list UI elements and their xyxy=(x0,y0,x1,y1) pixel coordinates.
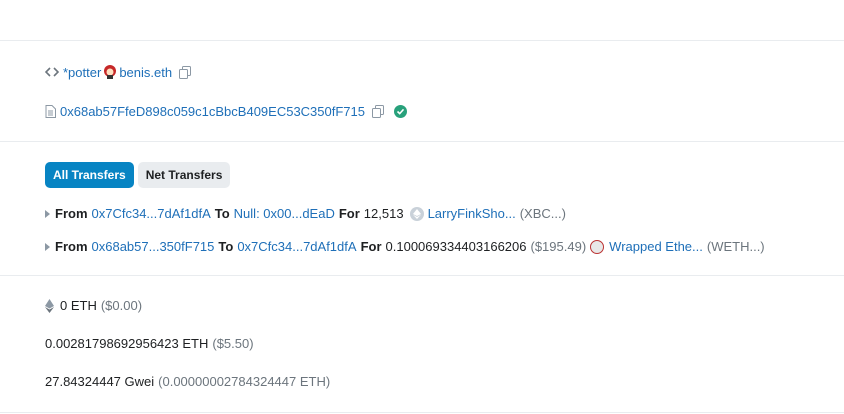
ens-row: *potter benis.eth xyxy=(45,64,192,80)
expand-caret-icon[interactable] xyxy=(45,209,50,218)
code-icon xyxy=(45,66,59,78)
gas-price-gwei: 27.84324447 Gwei xyxy=(45,374,155,389)
fee-row: 0.00281798692956423 ETH ($5.50) xyxy=(45,336,254,351)
tab-all-transfers[interactable]: All Transfers xyxy=(45,162,134,188)
token-name-link[interactable]: Wrapped Ethe... xyxy=(609,239,703,254)
divider-top xyxy=(0,40,844,41)
transfer-amount: 12,513 xyxy=(363,206,404,221)
contract-address-link[interactable]: 0x68ab57FfeD898c059c1cBbcB409EC53C350fF7… xyxy=(60,104,365,119)
token-name-link[interactable]: LarryFinkSho... xyxy=(428,206,516,221)
token-symbol: (WETH...) xyxy=(706,239,765,254)
from-label: From xyxy=(55,206,88,221)
value-row: 0 ETH ($0.00) xyxy=(45,298,142,313)
ens-suffix: benis.eth xyxy=(119,64,173,80)
copy-icon[interactable] xyxy=(179,65,192,79)
for-label: For xyxy=(338,206,360,221)
contract-row: 0x68ab57FfeD898c059c1cBbcB409EC53C350fF7… xyxy=(45,104,407,119)
transfer-row: From 0x7Cfc34...7dAf1dfA To Null: 0x00..… xyxy=(45,206,566,221)
to-address-link[interactable]: Null: 0x00...dEaD xyxy=(234,206,335,221)
ens-name-suffix-link[interactable]: benis.eth xyxy=(119,65,172,80)
fee-usd: ($5.50) xyxy=(212,336,254,351)
to-label: To xyxy=(218,239,234,254)
token-icon xyxy=(409,206,424,221)
weth-token-icon xyxy=(590,239,605,254)
to-label: To xyxy=(214,206,230,221)
to-address-link[interactable]: 0x7Cfc34...7dAf1dfA xyxy=(237,239,356,254)
value-eth: 0 ETH xyxy=(60,298,97,313)
transfer-usd-value: ($195.49) xyxy=(530,239,587,254)
copy-icon[interactable] xyxy=(372,105,384,118)
from-address-link[interactable]: 0x68ab57...350fF715 xyxy=(92,239,215,254)
from-label: From xyxy=(55,239,88,254)
for-label: For xyxy=(360,239,382,254)
gas-price-row: 27.84324447 Gwei (0.00000002784324447 ET… xyxy=(45,374,330,389)
ens-name-link[interactable]: *potter xyxy=(63,65,101,80)
value-usd: ($0.00) xyxy=(100,298,143,313)
tab-net-transfers[interactable]: Net Transfers xyxy=(137,162,231,188)
divider-bottom xyxy=(0,412,844,413)
transfer-amount: 0.100069334403166206 xyxy=(385,239,527,254)
from-address-link[interactable]: 0x7Cfc34...7dAf1dfA xyxy=(92,206,211,221)
ens-prefix: *potter xyxy=(63,64,102,80)
divider-2 xyxy=(0,275,844,276)
document-icon xyxy=(45,105,56,118)
transfer-row: From 0x68ab57...350fF715 To 0x7Cfc34...7… xyxy=(45,239,765,254)
ethereum-icon xyxy=(45,298,54,313)
token-symbol: (XBC...) xyxy=(519,206,566,221)
divider-1 xyxy=(0,141,844,142)
fee-eth: 0.00281798692956423 ETH xyxy=(45,336,209,351)
verified-check-icon xyxy=(394,105,407,118)
gas-price-eth: (0.00000002784324447 ETH) xyxy=(158,374,331,389)
avatar-icon xyxy=(102,64,118,80)
transfer-tabs: All Transfers Net Transfers xyxy=(45,162,231,188)
expand-caret-icon[interactable] xyxy=(45,242,50,251)
